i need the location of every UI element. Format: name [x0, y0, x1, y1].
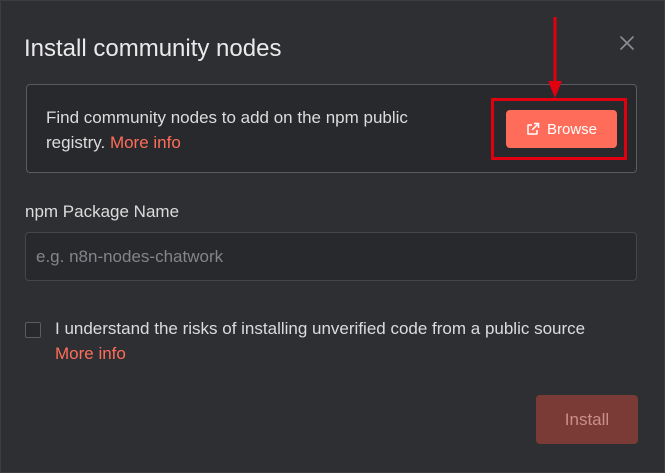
consent-text: I understand the risks of installing unv… — [55, 316, 665, 366]
install-community-nodes-dialog: Install community nodes Find community n… — [0, 0, 665, 473]
info-more-info-link[interactable]: More info — [110, 133, 181, 152]
dialog-title: Install community nodes — [24, 35, 282, 62]
consent-more-info-link[interactable]: More info — [55, 344, 126, 363]
consent-checkbox[interactable] — [25, 322, 41, 338]
package-name-label: npm Package Name — [25, 202, 180, 221]
consent-label: I understand the risks of installing unv… — [55, 319, 586, 338]
highlight-box — [491, 98, 627, 160]
close-icon[interactable] — [617, 33, 637, 53]
info-text: Find community nodes to add on the npm p… — [46, 105, 466, 155]
package-name-input[interactable] — [25, 232, 637, 281]
arrow-down-icon — [546, 17, 564, 99]
install-button[interactable]: Install — [536, 395, 638, 444]
info-description: Find community nodes to add on the npm p… — [46, 108, 408, 152]
